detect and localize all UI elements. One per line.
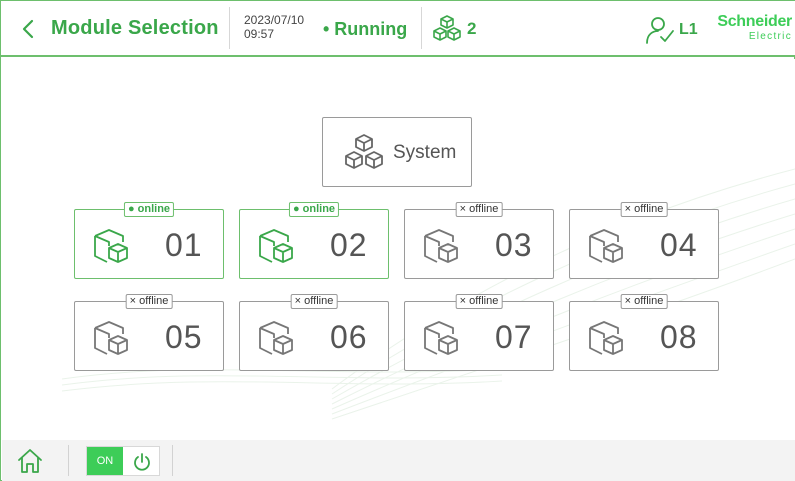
schneider-logo: Schneider Electric: [706, 13, 792, 47]
status-badge: ● online: [123, 202, 175, 217]
header-divider: [421, 7, 422, 49]
footer-bar: ON: [2, 440, 795, 481]
module-cubes-icon: [589, 229, 623, 263]
module-tile-01[interactable]: ● online 01: [74, 202, 224, 279]
module-number: 05: [165, 319, 203, 355]
system-label: System: [393, 142, 457, 163]
power-toggle[interactable]: ON: [86, 446, 160, 476]
module-number: 03: [495, 227, 533, 263]
module-grid-area: System ● online 01 ● online 02 × offline…: [2, 59, 795, 440]
logo-subname: Electric: [748, 31, 792, 42]
module-number: 01: [165, 227, 203, 263]
status-badge: ● online: [288, 202, 340, 217]
cubes-icon: [433, 15, 461, 41]
run-status: • Running: [323, 19, 408, 39]
power-icon: [134, 453, 150, 471]
module-tile-03[interactable]: × offline 03: [404, 202, 554, 279]
user-check-icon[interactable]: [643, 15, 677, 45]
module-number: 02: [330, 227, 368, 263]
module-cubes-icon: [94, 321, 128, 355]
module-cubes-icon: [424, 229, 458, 263]
status-badge: × offline: [620, 202, 668, 217]
header-divider: [229, 7, 230, 49]
status-badge: × offline: [125, 294, 173, 309]
footer-divider: [172, 445, 173, 476]
chevron-left-icon[interactable]: [15, 15, 41, 43]
module-tile-08[interactable]: × offline 08: [569, 294, 719, 371]
logo-name: Schneider: [717, 13, 792, 30]
module-count: 2: [467, 19, 477, 38]
status-badge: × offline: [455, 202, 503, 217]
module-cubes-icon: [589, 321, 623, 355]
status-badge: × offline: [455, 294, 503, 309]
module-tile-06[interactable]: × offline 06: [239, 294, 389, 371]
module-cubes-icon: [424, 321, 458, 355]
module-cubes-icon: [94, 229, 128, 263]
header: Module Selection 2023/07/10 09:57 • Runn…: [1, 1, 795, 57]
user-level: L1: [679, 21, 698, 38]
footer-divider: [68, 445, 69, 476]
module-number: 08: [660, 319, 698, 355]
power-on-label: ON: [87, 447, 123, 475]
status-badge: × offline: [620, 294, 668, 309]
page-title: Module Selection: [51, 17, 219, 39]
module-cubes-icon: [259, 229, 293, 263]
status-badge: × offline: [290, 294, 338, 309]
module-tile-02[interactable]: ● online 02: [239, 202, 389, 279]
cubes-icon: [345, 134, 383, 169]
module-tile-07[interactable]: × offline 07: [404, 294, 554, 371]
module-tile-05[interactable]: × offline 05: [74, 294, 224, 371]
module-number: 04: [660, 227, 698, 263]
time-text: 09:57: [244, 27, 275, 41]
module-tile-04[interactable]: × offline 04: [569, 202, 719, 279]
datetime: 2023/07/10 09:57: [244, 13, 304, 41]
module-number: 07: [495, 319, 533, 355]
module-cubes-icon: [259, 321, 293, 355]
home-icon[interactable]: [16, 447, 44, 475]
module-number: 06: [330, 319, 368, 355]
system-button[interactable]: System: [322, 117, 472, 187]
app-frame: Module Selection 2023/07/10 09:57 • Runn…: [0, 0, 795, 481]
date-text: 2023/07/10: [244, 13, 305, 27]
